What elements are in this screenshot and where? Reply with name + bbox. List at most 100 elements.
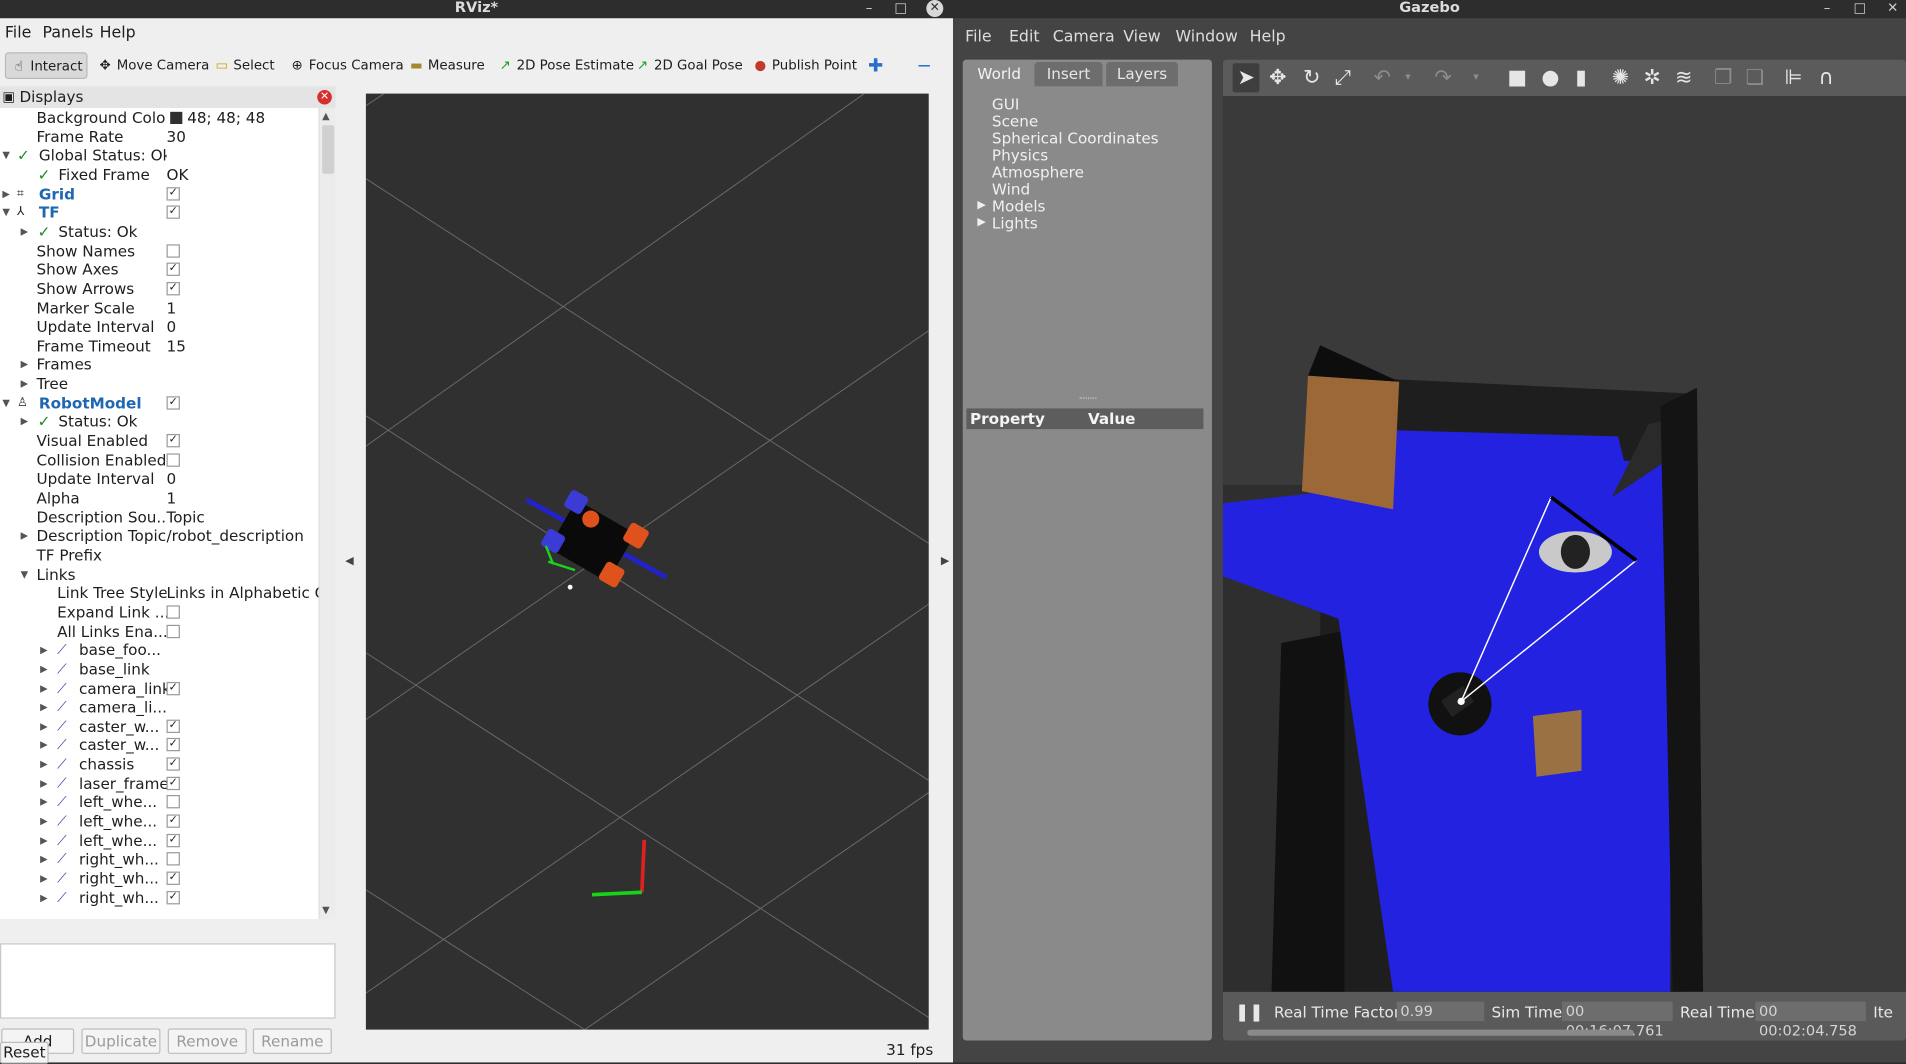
expand-arrow-icon[interactable]: ▶ [2, 184, 9, 202]
display-row-rm-status[interactable]: ▶ ✓ Status: Ok [0, 413, 318, 432]
directional-light-icon[interactable]: ≋ [1675, 66, 1692, 90]
link-row[interactable]: ▶ ⟋ base_link [0, 660, 318, 679]
row-value[interactable]: 48; 48; 48 [187, 108, 318, 126]
gazebo-maximize-button[interactable]: □ [1851, 0, 1868, 17]
menu-panels[interactable]: Panels [43, 24, 94, 42]
link-checkbox[interactable] [166, 852, 180, 866]
collapse-right-icon[interactable]: ▶ [941, 556, 949, 568]
row-checkbox[interactable]: ✓ [166, 205, 180, 220]
display-row-marker-scale[interactable]: Marker Scale 1 [0, 298, 318, 317]
gz-menu-view[interactable]: View [1123, 28, 1161, 46]
link-checkbox[interactable]: ✓ [166, 776, 180, 790]
expand-arrow-icon[interactable]: ▶ [40, 717, 47, 735]
row-checkbox[interactable] [166, 624, 180, 638]
gazebo-3d-view[interactable]: ➤ ✥ ↻ ⤢ ↶ ▾ ↷ ▾ ■ ● ▮ ✺ ✲ ≋ ❐ ❏ ⊫ ∩ ❚❚ R… [1222, 59, 1906, 1041]
collapse-arrow-icon[interactable]: ▼ [2, 394, 9, 412]
expand-arrow-icon[interactable]: ▶ [21, 222, 28, 240]
display-row-tree[interactable]: ▶ Tree [0, 375, 318, 394]
expand-arrow-icon[interactable]: ▶ [21, 355, 28, 373]
display-row-frame-rate[interactable]: Frame Rate 30 [0, 127, 318, 146]
link-row[interactable]: ▶ ⟋ chassis ✓ [0, 755, 318, 774]
display-row-expand-link[interactable]: Expand Link ... [0, 603, 318, 622]
measure-tool[interactable]: ▬ Measure [404, 52, 485, 79]
display-row-desc-source[interactable]: Description Sou... Topic [0, 508, 318, 527]
row-value[interactable]: OK [167, 165, 319, 183]
pose-estimate-tool[interactable]: ↗ 2D Pose Estimate [492, 52, 633, 79]
link-checkbox[interactable]: ✓ [166, 814, 180, 828]
link-row[interactable]: ▶ ⟋ caster_w... ✓ [0, 717, 318, 736]
display-row-link-tree-style[interactable]: Link Tree StyleLinks in Alphabetic Or... [0, 584, 318, 603]
gz-menu-camera[interactable]: Camera [1053, 28, 1115, 46]
gz-menu-file[interactable]: File [965, 28, 991, 46]
row-checkbox[interactable] [166, 605, 180, 619]
horizontal-scrollbar[interactable] [1247, 1029, 1634, 1036]
color-swatch[interactable] [170, 111, 183, 124]
link-row[interactable]: ▶ ⟋ right_wh... [0, 850, 318, 869]
link-row[interactable]: ▶ ⟋ right_wh... ✓ [0, 869, 318, 888]
row-value[interactable]: Links in Alphabetic Or... [167, 584, 319, 602]
expand-arrow-icon[interactable]: ▶ [40, 660, 47, 678]
focus-camera-tool[interactable]: ⊕ Focus Camera [284, 52, 404, 79]
link-checkbox[interactable]: ✓ [166, 757, 180, 771]
row-checkbox[interactable]: ✓ [166, 281, 180, 296]
expand-models-icon[interactable]: ▶ [977, 197, 985, 214]
link-checkbox[interactable]: ✓ [166, 871, 180, 885]
redo-dropdown-icon[interactable]: ▾ [1473, 66, 1479, 90]
world-item-lights[interactable]: Lights [992, 214, 1038, 232]
display-row-grid[interactable]: ▶ ⌗ Grid ✓ [0, 184, 318, 203]
display-row-update-interval[interactable]: Update Interval 0 [0, 317, 318, 336]
menu-help[interactable]: Help [100, 24, 136, 42]
rotate-icon[interactable]: ↻ [1303, 66, 1320, 90]
expand-arrow-icon[interactable]: ▶ [40, 850, 47, 868]
display-row-robot-model[interactable]: ▼ ♙ RobotModel ✓ [0, 394, 318, 413]
align-icon[interactable]: ⊫ [1785, 66, 1803, 90]
row-value[interactable]: 1 [167, 489, 319, 507]
splitter-handle[interactable] [1079, 397, 1097, 400]
row-checkbox[interactable] [166, 453, 180, 467]
rename-button[interactable]: Rename [252, 1028, 332, 1054]
rviz-minimize-button[interactable]: – [861, 0, 878, 17]
sphere-shape-icon[interactable]: ● [1541, 66, 1559, 90]
menu-file[interactable]: File [5, 24, 31, 42]
display-row-collision-enabled[interactable]: Collision Enabled [0, 451, 318, 470]
expand-arrow-icon[interactable]: ▶ [40, 793, 47, 811]
display-row-show-axes[interactable]: Show Axes ✓ [0, 260, 318, 279]
point-light-icon[interactable]: ✺ [1612, 66, 1629, 90]
display-row-desc-topic[interactable]: ▶ Description Topic/robot_description [0, 527, 318, 546]
row-value[interactable]: 0 [167, 470, 319, 488]
reset-button[interactable]: Reset [0, 1041, 49, 1064]
scroll-down-icon[interactable]: ▼ [322, 904, 329, 915]
display-row-links[interactable]: ▼ Links [0, 565, 318, 584]
display-row-tf[interactable]: ▼ ⅄ TF ✓ [0, 203, 318, 222]
row-value[interactable]: 0 [167, 317, 319, 335]
scale-icon[interactable]: ⤢ [1335, 66, 1352, 90]
gazebo-close-button[interactable]: ✕ [1884, 0, 1901, 17]
link-row[interactable]: ▶ ⟋ left_whe... [0, 793, 318, 812]
displays-tree[interactable]: Background Color 48; 48; 48 Frame Rate 30 ▼ ✓… [0, 108, 319, 919]
tab-world[interactable]: World [967, 61, 1031, 87]
tab-layers[interactable]: Layers [1106, 61, 1178, 87]
row-value[interactable]: 15 [167, 336, 319, 354]
link-row[interactable]: ▶ ⟋ camera_li... [0, 698, 318, 717]
row-value[interactable]: /robot_description [167, 527, 319, 545]
cylinder-shape-icon[interactable]: ▮ [1575, 66, 1586, 90]
gz-menu-window[interactable]: Window [1175, 28, 1237, 46]
display-row-frames[interactable]: ▶ Frames [0, 355, 318, 374]
undo-icon[interactable]: ↶ [1374, 66, 1391, 90]
row-checkbox[interactable]: ✓ [166, 395, 180, 410]
gazebo-minimize-button[interactable]: – [1819, 0, 1836, 17]
duplicate-button[interactable]: Duplicate [81, 1028, 161, 1054]
expand-arrow-icon[interactable]: ▶ [21, 527, 28, 545]
translate-icon[interactable]: ✥ [1269, 66, 1286, 90]
interact-tool[interactable]: ☝ Interact [4, 52, 88, 80]
expand-arrow-icon[interactable]: ▶ [21, 413, 28, 431]
row-value[interactable]: 30 [167, 127, 319, 145]
tab-insert[interactable]: Insert [1034, 61, 1103, 87]
world-item-scene[interactable]: Scene [992, 112, 1038, 130]
display-row-rm-update-interval[interactable]: Update Interval 0 [0, 470, 318, 489]
expand-arrow-icon[interactable]: ▶ [40, 888, 47, 906]
close-panel-icon[interactable]: ✕ [317, 89, 332, 105]
expand-arrow-icon[interactable]: ▶ [40, 774, 47, 792]
display-row-bg-color[interactable]: Background Color 48; 48; 48 [0, 108, 318, 127]
collapse-arrow-icon[interactable]: ▼ [2, 203, 9, 221]
